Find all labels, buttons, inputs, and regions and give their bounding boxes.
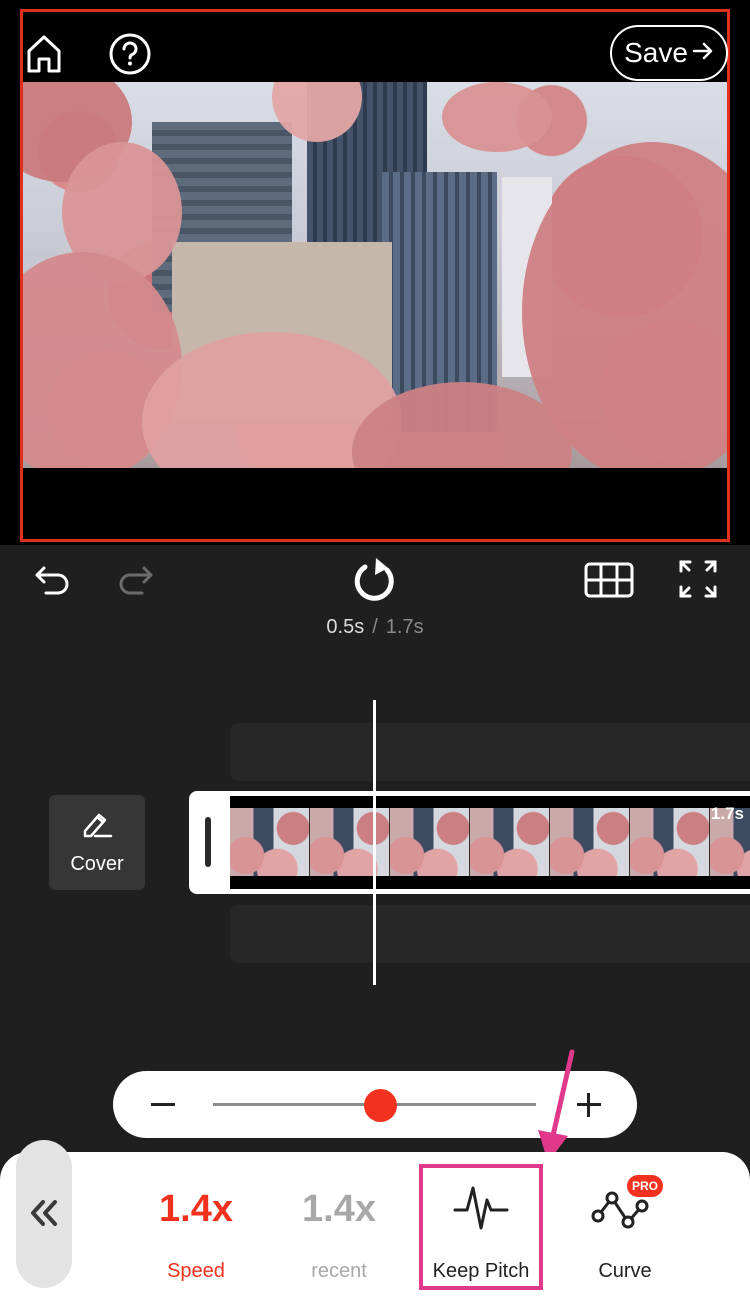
undo-icon[interactable]: [30, 560, 74, 598]
pencil-icon: [79, 809, 115, 845]
home-icon[interactable]: [22, 32, 66, 76]
save-label: Save: [624, 37, 688, 68]
empty-track-lower[interactable]: [230, 905, 750, 963]
collapse-button[interactable]: [16, 1140, 72, 1288]
time-separator: /: [372, 616, 378, 638]
thumbnail-frame: [310, 808, 390, 876]
recent-value: 1.4x: [302, 1188, 376, 1230]
video-preview: Save: [0, 0, 750, 545]
double-chevron-left-icon: [29, 1192, 59, 1237]
recent-label: recent: [311, 1260, 367, 1282]
pro-badge: PRO: [627, 1175, 663, 1197]
empty-track-upper[interactable]: [230, 723, 750, 781]
current-time: 0.5s: [326, 616, 365, 638]
playback-time: 0.5s / 1.7s: [0, 616, 750, 639]
preview-selection-frame: [20, 9, 730, 542]
fullscreen-icon[interactable]: [677, 558, 719, 600]
clip-trim-handle[interactable]: [205, 817, 211, 867]
annotation-highlight: [419, 1164, 543, 1290]
cover-label: Cover: [70, 853, 124, 875]
speed-label: Speed: [167, 1260, 225, 1282]
help-icon[interactable]: [108, 32, 152, 76]
increase-speed-button-vertical[interactable]: [587, 1093, 590, 1117]
speed-option[interactable]: 1.4x Speed: [140, 1152, 252, 1292]
thumbnail-frame: [550, 808, 630, 876]
grid-icon[interactable]: [583, 561, 635, 599]
clip-duration: 1.7s: [710, 804, 744, 823]
thumbnail-frame: [470, 808, 550, 876]
thumbnail-frame: [230, 808, 310, 876]
decrease-speed-button[interactable]: [151, 1103, 175, 1106]
thumbnail-frame: [390, 808, 470, 876]
thumbnail-frame: [630, 808, 710, 876]
redo-icon[interactable]: [114, 560, 158, 598]
save-button[interactable]: Save: [610, 25, 728, 81]
curve-option[interactable]: Curve: [568, 1152, 682, 1292]
recent-option[interactable]: 1.4x recent: [283, 1152, 395, 1292]
total-time: 1.7s: [385, 616, 424, 638]
annotation-arrow: [538, 1049, 575, 1162]
slider-knob[interactable]: [364, 1089, 398, 1122]
arrow-right-icon: [692, 37, 714, 69]
clip-thumbnails: 1.7s: [230, 796, 750, 889]
curve-label: Curve: [598, 1260, 652, 1282]
video-clip[interactable]: 1.7s: [189, 791, 750, 894]
cover-button[interactable]: Cover: [49, 795, 145, 890]
playhead[interactable]: [373, 700, 376, 985]
speed-value: 1.4x: [159, 1188, 233, 1230]
replay-icon[interactable]: [349, 555, 403, 605]
